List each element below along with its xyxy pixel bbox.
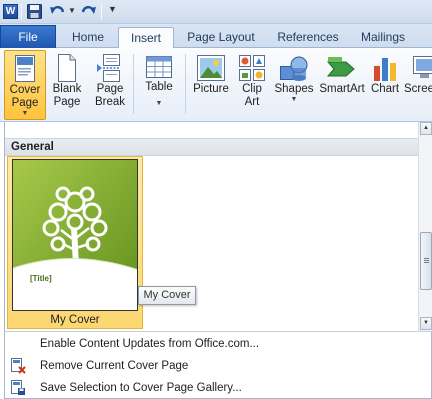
screenshot-icon <box>413 56 432 78</box>
toolbar-divider <box>21 4 22 20</box>
blank-page-label-2: Page <box>53 96 81 108</box>
menu-save-selection-label: Save Selection to Cover Page Gallery... <box>40 382 242 394</box>
table-button[interactable]: Table ▼ <box>138 50 180 120</box>
redo-icon[interactable] <box>80 3 97 23</box>
clip-art-label-2: Art <box>244 96 260 108</box>
shapes-button[interactable]: Shapes ▼ <box>272 50 316 120</box>
clip-art-button[interactable]: Clip Art <box>234 50 270 120</box>
thumbnail-title-placeholder: [Title] <box>30 274 52 283</box>
blank-page-label-1: Blank <box>52 83 82 95</box>
clip-art-icon <box>239 55 265 81</box>
save-icon[interactable] <box>27 4 42 22</box>
blank-page-icon <box>58 54 76 82</box>
cover-thumbnail: [Title] <box>12 159 138 311</box>
chart-icon <box>374 58 396 81</box>
gallery-divider <box>5 331 432 332</box>
menu-enable-content-updates-label: Enable Content Updates from Office.com..… <box>40 338 260 350</box>
blank-page-button[interactable]: Blank Page <box>48 50 86 120</box>
quick-access-toolbar: W ▼ ▼ <box>0 0 432 24</box>
customize-qat-icon[interactable]: ▼ <box>108 4 117 14</box>
page-break-label-2: Break <box>94 96 126 108</box>
screenshot-button[interactable]: Screenshot <box>404 50 432 120</box>
chevron-down-icon: ▼ <box>155 100 163 107</box>
scroll-down-icon[interactable]: ▼ <box>420 317 432 330</box>
ribbon-tab-bar: File Home Insert Page Layout References … <box>0 24 432 49</box>
gallery-scrollbar[interactable]: ▲ ▼ <box>418 122 432 331</box>
cover-page-label-2: Page <box>11 97 39 109</box>
smartart-button[interactable]: SmartArt <box>318 50 366 120</box>
menu-save-selection-to-gallery[interactable]: Save Selection to Cover Page Gallery... <box>5 377 432 399</box>
table-icon <box>146 56 172 78</box>
clip-art-label-1: Clip <box>242 83 262 95</box>
grip-icon <box>424 258 429 264</box>
cover-page-label-1: Cover <box>9 84 41 96</box>
undo-dropdown-icon[interactable]: ▼ <box>68 6 76 15</box>
page-break-icon <box>97 54 120 82</box>
gallery-item-my-cover[interactable]: [Title] My Cover <box>7 156 143 329</box>
cover-page-icon <box>15 55 35 82</box>
menu-remove-cover-page[interactable]: Remove Current Cover Page <box>5 355 432 377</box>
tab-file[interactable]: File <box>0 25 56 48</box>
gallery-top-area <box>5 122 418 136</box>
gallery-item-caption: My Cover <box>50 314 100 326</box>
gallery-section-header: General <box>5 138 418 156</box>
word-app-icon[interactable]: W <box>3 4 18 19</box>
shapes-icon <box>280 56 308 81</box>
tab-mailings[interactable]: Mailings <box>352 27 414 48</box>
page-break-label-1: Page <box>96 83 124 95</box>
screenshot-label: Screenshot <box>404 83 432 95</box>
undo-icon[interactable] <box>49 3 66 23</box>
scroll-up-icon[interactable]: ▲ <box>420 122 432 135</box>
save-to-gallery-icon <box>10 380 26 399</box>
chart-button[interactable]: Chart <box>368 50 402 120</box>
ribbon-insert: Cover Page ▼ Blank Page Page Break Table… <box>0 48 432 122</box>
chart-label: Chart <box>370 83 400 95</box>
cover-page-button[interactable]: Cover Page ▼ <box>4 50 46 120</box>
menu-remove-cover-page-label: Remove Current Cover Page <box>40 360 189 372</box>
chevron-down-icon: ▼ <box>21 110 29 117</box>
chevron-down-icon: ▼ <box>290 96 298 103</box>
cover-page-gallery: General [Title] My Cover My Cover ▲ ▼ En… <box>4 122 432 399</box>
table-label: Table <box>145 81 173 93</box>
tooltip: My Cover <box>138 286 196 305</box>
tab-insert[interactable]: Insert <box>118 27 174 49</box>
toolbar-divider <box>101 4 102 20</box>
page-break-button[interactable]: Page Break <box>90 50 130 120</box>
tab-home[interactable]: Home <box>62 27 114 48</box>
picture-button[interactable]: Picture <box>190 50 232 120</box>
group-divider <box>185 54 186 114</box>
shapes-label: Shapes <box>274 83 314 95</box>
group-divider <box>133 54 134 114</box>
smartart-label: SmartArt <box>319 83 365 95</box>
tab-references[interactable]: References <box>268 27 348 48</box>
picture-label: Picture <box>193 83 229 95</box>
tab-page-layout[interactable]: Page Layout <box>178 27 264 48</box>
picture-icon <box>197 55 225 81</box>
scrollbar-thumb[interactable] <box>420 232 432 290</box>
cover-art-image <box>13 160 137 310</box>
menu-enable-content-updates[interactable]: Enable Content Updates from Office.com..… <box>5 333 432 355</box>
smartart-icon <box>326 57 355 77</box>
